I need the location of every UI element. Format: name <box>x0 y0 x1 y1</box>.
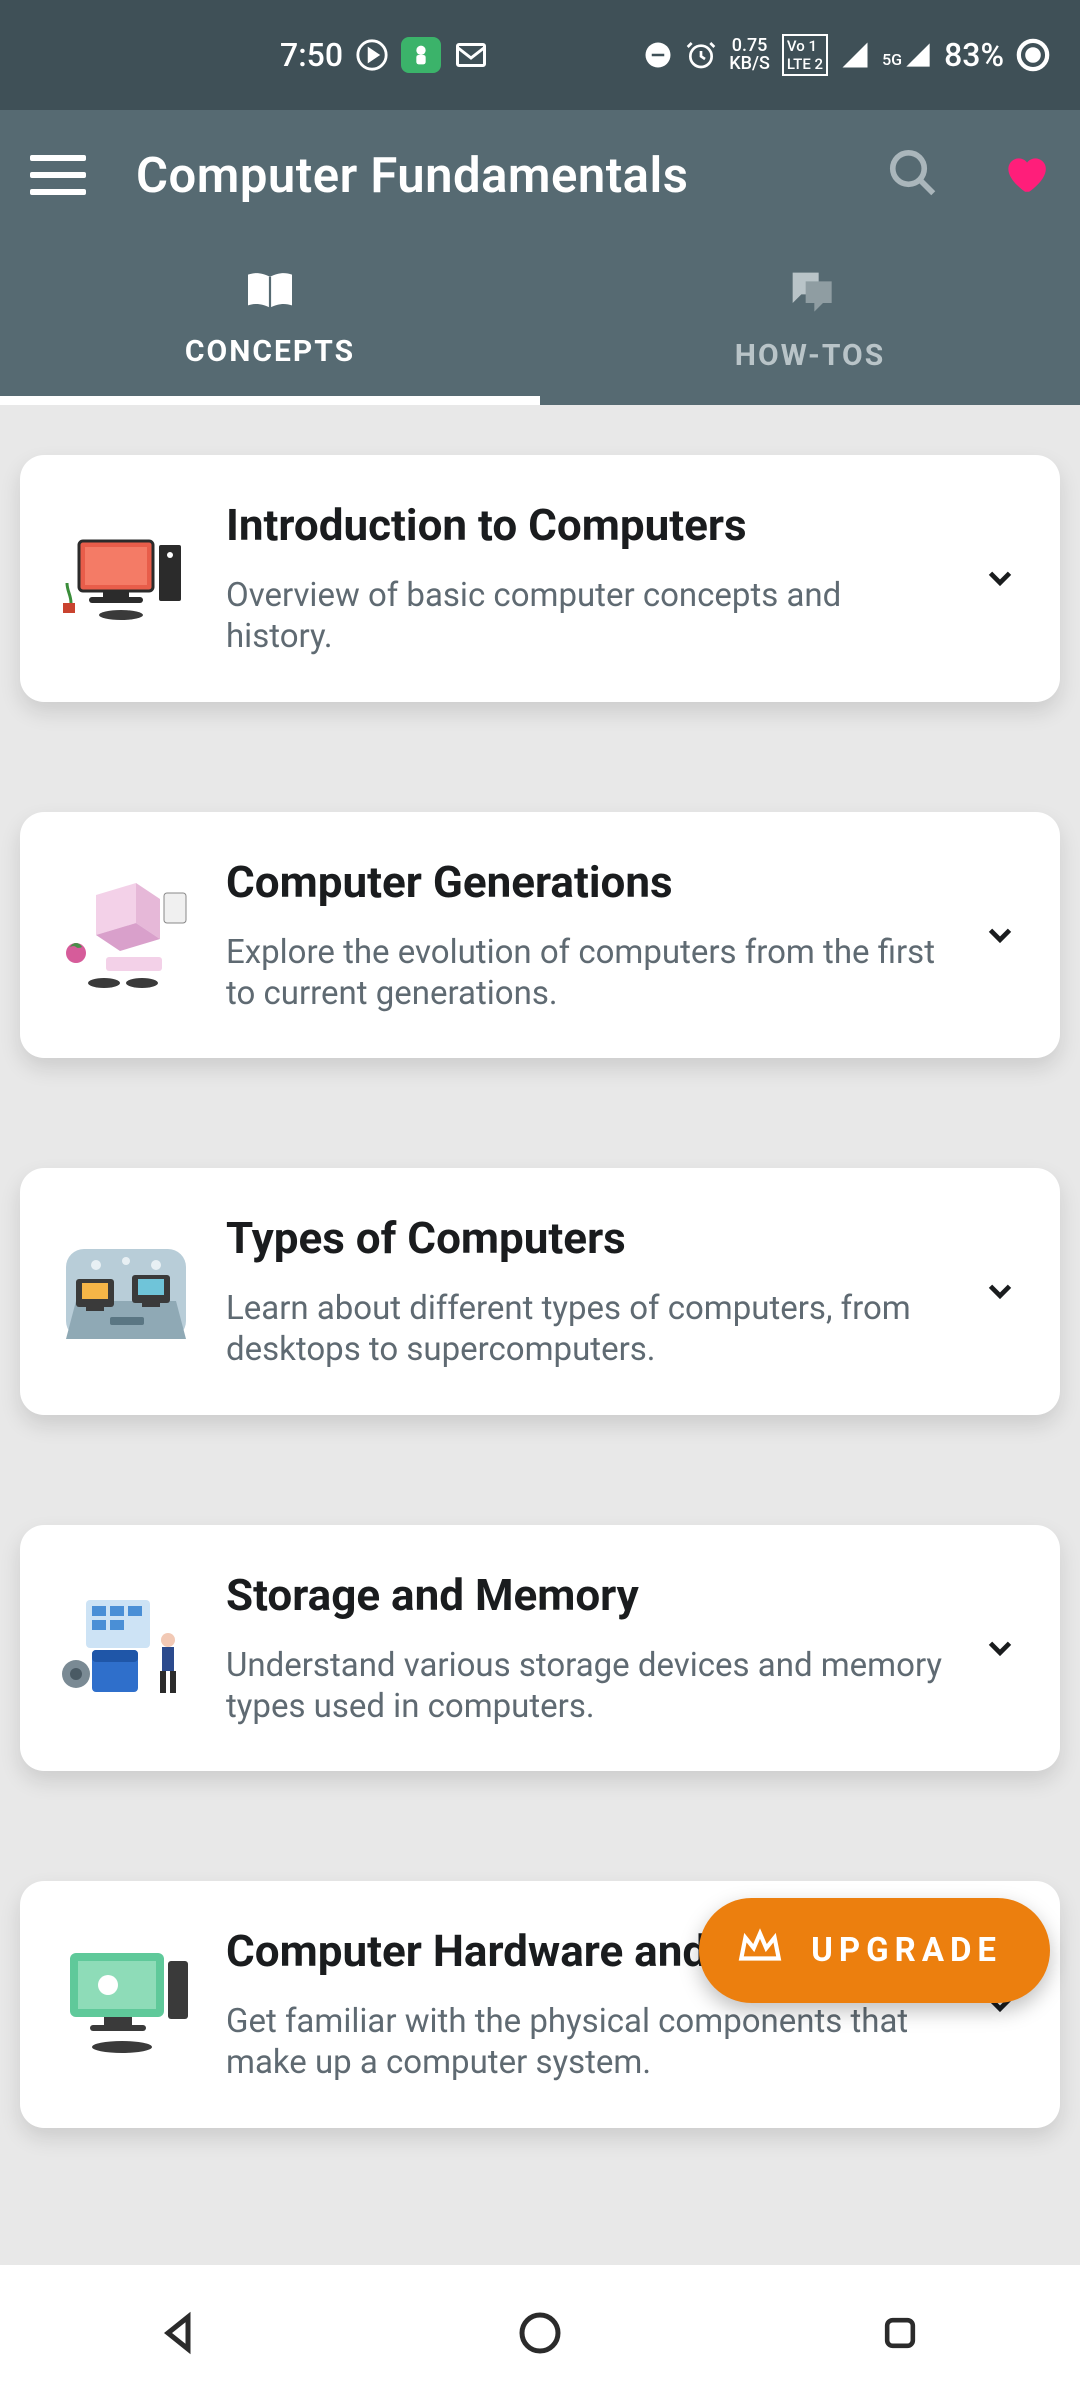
gmail-icon <box>453 37 489 73</box>
card-illustration-icon <box>56 1221 196 1361</box>
status-left: 7:50 <box>280 36 489 74</box>
signal-5g: 5G <box>882 41 932 69</box>
nav-recent-button[interactable] <box>868 2301 932 2365</box>
chevron-down-icon <box>976 916 1024 954</box>
card-illustration-icon <box>56 508 196 648</box>
card-desc: Learn about different types of computers… <box>226 1288 946 1371</box>
card-desc: Get familiar with the physical component… <box>226 2001 946 2084</box>
alarm-icon <box>685 39 717 71</box>
card-title: Introduction to Computers <box>226 499 946 551</box>
card-title: Types of Computers <box>226 1212 946 1264</box>
system-navbar <box>0 2265 1080 2400</box>
chevron-down-icon <box>976 1272 1024 1310</box>
nav-back-button[interactable] <box>148 2301 212 2365</box>
card-illustration-icon <box>56 865 196 1005</box>
status-right: 0.75 KB/S Vo 1 LTE 2 5G 83% <box>643 34 1050 76</box>
concept-card[interactable]: Storage and Memory Understand various st… <box>20 1525 1060 1772</box>
book-icon <box>242 268 298 316</box>
signal-icon <box>840 40 870 70</box>
upgrade-button[interactable]: UPGRADE <box>699 1898 1050 2003</box>
card-illustration-icon <box>56 1578 196 1718</box>
tabs: CONCEPTS HOW-TOS <box>0 240 1080 405</box>
status-bar: 7:50 0.75 KB/S Vo 1 LTE 2 5G <box>0 0 1080 110</box>
chevron-down-icon <box>976 559 1024 597</box>
lte-badge: Vo 1 LTE 2 <box>782 34 828 76</box>
concept-card[interactable]: Computer Generations Explore the evoluti… <box>20 812 1060 1059</box>
card-title: Storage and Memory <box>226 1569 946 1621</box>
card-desc: Understand various storage devices and m… <box>226 1645 946 1728</box>
card-desc: Overview of basic computer concepts and … <box>226 575 946 658</box>
concept-card[interactable]: Types of Computers Learn about different… <box>20 1168 1060 1415</box>
chevron-down-icon <box>976 1629 1024 1667</box>
play-circle-icon <box>355 38 389 72</box>
tab-concepts[interactable]: CONCEPTS <box>0 240 540 405</box>
page-title: Computer Fundamentals <box>136 147 688 204</box>
nav-home-button[interactable] <box>508 2301 572 2365</box>
card-illustration-icon <box>56 1934 196 2074</box>
card-title: Computer Generations <box>226 856 946 908</box>
status-time: 7:50 <box>280 36 343 74</box>
battery-percent: 83% <box>944 36 1004 74</box>
favorite-button[interactable] <box>1000 148 1050 202</box>
card-desc: Explore the evolution of computers from … <box>226 932 946 1015</box>
crown-icon <box>735 1921 785 1980</box>
upgrade-label: UPGRADE <box>811 1931 1002 1970</box>
menu-button[interactable] <box>30 155 86 195</box>
tab-label: HOW-TOS <box>735 338 885 373</box>
battery-circle-icon <box>1016 38 1050 72</box>
search-button[interactable] <box>886 146 940 204</box>
dnd-icon <box>643 40 673 70</box>
app-badge-icon <box>401 37 441 73</box>
chat-icon <box>784 264 836 320</box>
network-speed: 0.75 KB/S <box>729 37 770 73</box>
tab-label: CONCEPTS <box>185 334 355 369</box>
tab-howtos[interactable]: HOW-TOS <box>540 240 1080 405</box>
concept-card[interactable]: Introduction to Computers Overview of ba… <box>20 455 1060 702</box>
app-bar: Computer Fundamentals <box>0 110 1080 240</box>
